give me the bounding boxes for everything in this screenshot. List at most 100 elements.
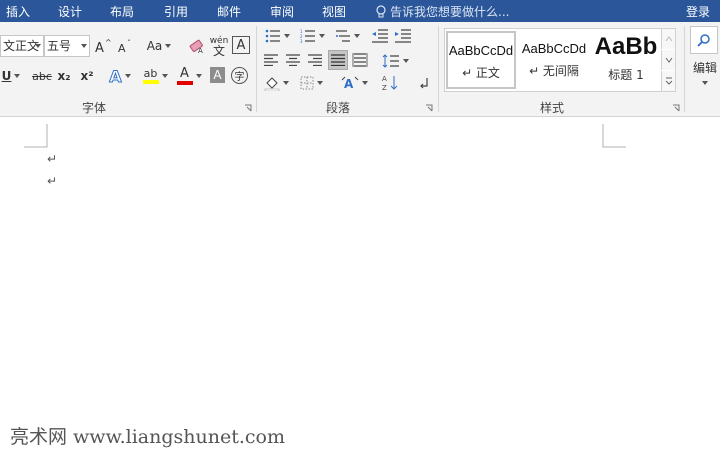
borders-button[interactable] <box>296 73 326 93</box>
chevron-down-icon <box>361 81 368 85</box>
font-color-button[interactable]: A <box>174 64 204 88</box>
character-shading-button[interactable]: A <box>210 67 225 83</box>
align-right-icon <box>308 54 322 66</box>
paragraph-mark: ↵ <box>47 152 58 166</box>
paint-bucket-icon <box>264 77 279 91</box>
font-name-value: 文正文 <box>3 39 40 53</box>
chevron-down-icon <box>14 74 21 78</box>
tab-layout[interactable]: 布局 <box>110 3 134 20</box>
font-dialog-launcher-icon[interactable] <box>244 104 252 112</box>
ribbon-tab-bar: 插入 设计 布局 引用 邮件 审阅 视图 告诉我您想要做什么... 登录 <box>0 0 720 22</box>
chevron-down-icon <box>165 44 172 48</box>
character-border-label: A <box>236 37 246 53</box>
numbering-icon: 123 <box>300 29 315 43</box>
chevron-down-icon <box>665 57 672 63</box>
style-heading-1-name: 标题 1 <box>608 68 644 82</box>
editing-button[interactable]: 编辑 <box>690 58 720 76</box>
shrink-font-button[interactable]: Aˇ <box>116 36 134 56</box>
eraser-icon: A <box>189 39 203 54</box>
distributed-button[interactable] <box>351 51 369 69</box>
enclose-characters-button[interactable]: 字 <box>231 67 248 84</box>
align-right-button[interactable] <box>306 51 324 69</box>
shading-button[interactable] <box>262 73 290 93</box>
text-effects-label: A <box>109 66 122 86</box>
highlight-button[interactable]: ab <box>140 64 170 88</box>
style-heading-1[interactable]: AaBb 标题 1 <box>592 31 660 89</box>
multilevel-list-icon <box>335 30 350 42</box>
multilevel-list-button[interactable] <box>332 26 362 46</box>
login-link[interactable]: 登录 <box>686 3 710 20</box>
phonetic-guide-button[interactable]: wén 文 <box>208 34 230 58</box>
tab-design[interactable]: 设计 <box>58 3 82 20</box>
editing-label: 编辑 <box>692 60 717 75</box>
show-hide-marks-button[interactable] <box>414 73 434 93</box>
gallery-scroll-down[interactable] <box>661 50 675 70</box>
increase-indent-button[interactable] <box>393 26 413 46</box>
grow-font-button[interactable]: A ^ <box>94 36 112 56</box>
font-color-label: A <box>180 66 189 81</box>
highlight-label: ab <box>143 67 158 80</box>
underline-button[interactable]: U <box>0 66 22 86</box>
chevron-down-icon <box>318 34 325 38</box>
text-effects-button[interactable]: A <box>106 65 134 87</box>
subscript-button[interactable]: x₂ <box>55 66 73 86</box>
watermark: 亮术网 www.liangshunet.com <box>10 426 285 448</box>
editing-dropdown[interactable] <box>700 78 710 88</box>
font-size-combo[interactable]: 五号 <box>44 35 90 57</box>
align-center-button[interactable] <box>284 51 302 69</box>
bullets-button[interactable] <box>262 26 292 46</box>
style-no-spacing-sample: AaBbCcDd <box>521 41 587 56</box>
more-icon <box>665 77 672 85</box>
styles-dialog-launcher-icon[interactable] <box>672 104 680 112</box>
document-page[interactable]: ↵ ↵ <box>0 118 720 460</box>
superscript-button[interactable]: x² <box>78 66 96 86</box>
style-normal[interactable]: AaBbCcDd ↵ 正文 <box>446 31 516 89</box>
change-case-button[interactable]: Aa <box>144 36 174 56</box>
tab-insert[interactable]: 插入 <box>6 3 30 20</box>
gallery-scroll-up[interactable] <box>661 29 675 49</box>
group-divider <box>684 26 685 112</box>
gallery-more-button[interactable] <box>661 71 675 91</box>
strikethrough-button[interactable]: abc <box>30 66 54 86</box>
distributed-icon <box>352 53 368 67</box>
font-name-combo[interactable]: 文正文 <box>0 35 44 57</box>
tab-view[interactable]: 视图 <box>322 3 346 20</box>
svg-text:A: A <box>382 75 387 83</box>
superscript-label: x² <box>80 69 94 83</box>
find-button[interactable] <box>690 26 718 54</box>
search-icon <box>697 34 710 47</box>
justify-button[interactable] <box>328 50 348 70</box>
style-no-spacing[interactable]: AaBbCcDd ↵ 无间隔 <box>519 31 589 89</box>
tab-review[interactable]: 审阅 <box>270 3 294 20</box>
borders-icon <box>300 76 313 90</box>
svg-text:A: A <box>118 42 126 54</box>
chevron-down-icon <box>402 59 409 63</box>
style-no-spacing-name: ↵ 无间隔 <box>529 64 579 78</box>
paragraph-dialog-launcher-icon[interactable] <box>425 104 433 112</box>
chevron-down-icon <box>316 81 323 85</box>
chevron-down-icon <box>81 44 87 48</box>
tell-me-box[interactable]: 告诉我您想要做什么... <box>376 3 509 20</box>
style-heading-1-sample: AaBb <box>594 33 658 60</box>
line-spacing-button[interactable] <box>380 51 410 71</box>
chinese-layout-button[interactable]: A <box>340 73 368 93</box>
decrease-indent-button[interactable] <box>370 26 390 46</box>
chevron-up-icon <box>665 36 672 42</box>
character-border-button[interactable]: A <box>232 36 250 54</box>
decrease-indent-icon <box>372 29 388 43</box>
chevron-down-icon <box>161 74 168 78</box>
tab-mailings[interactable]: 邮件 <box>217 3 241 20</box>
tell-me-text: 告诉我您想要做什么... <box>390 5 510 19</box>
clear-formatting-button[interactable]: A <box>187 36 207 56</box>
enclose-characters-label: 字 <box>234 72 245 83</box>
numbering-button[interactable]: 123 <box>297 26 327 46</box>
phonetic-bottom: 文 <box>212 44 225 58</box>
svg-text:A: A <box>198 47 203 54</box>
sort-button[interactable]: AZ <box>380 73 400 93</box>
align-left-icon <box>264 54 278 66</box>
tab-references[interactable]: 引用 <box>164 3 188 20</box>
subscript-label: x₂ <box>57 69 71 83</box>
paragraph-group-label: 段落 <box>326 101 351 115</box>
align-left-button[interactable] <box>262 51 280 69</box>
chevron-down-icon <box>195 74 202 78</box>
